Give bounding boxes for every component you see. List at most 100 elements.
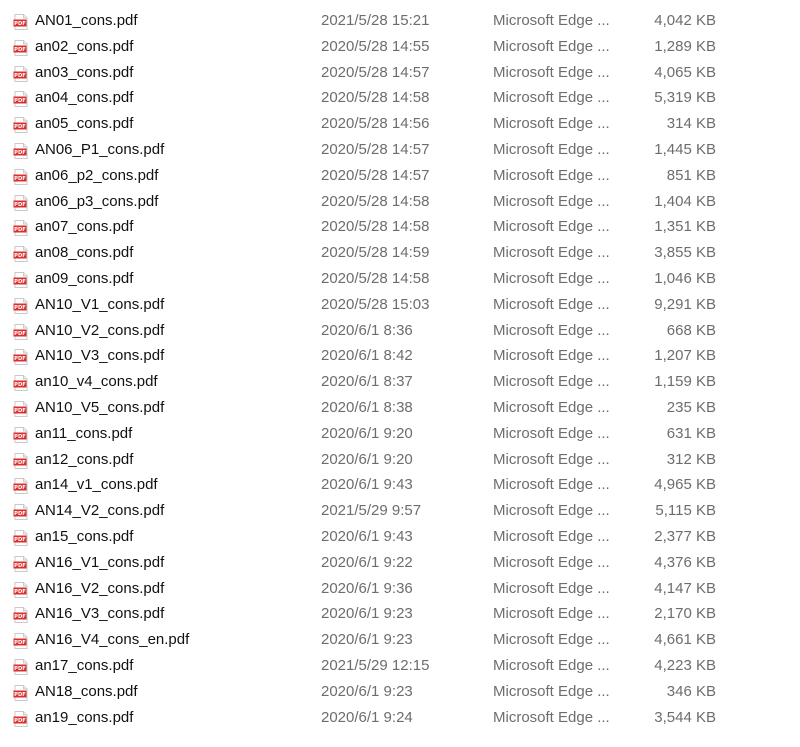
file-name: AN01_cons.pdf — [35, 12, 138, 29]
pdf-icon: PDF — [13, 503, 29, 521]
file-name: an15_cons.pdf — [35, 527, 134, 545]
svg-text:PDF: PDF — [14, 434, 26, 440]
file-size: 314 KB — [666, 115, 716, 133]
file-type: Microsoft Edge ... — [493, 476, 610, 494]
file-type: Microsoft Edge ... — [493, 89, 610, 107]
file-modified-date: 2020/6/1 9:43 — [321, 476, 413, 494]
file-modified-date: 2020/6/1 8:42 — [321, 347, 413, 365]
file-type: Microsoft Edge ... — [493, 527, 610, 545]
file-row[interactable]: PDF an10_v4_cons.pdf 2020/6/1 8:37 Micro… — [0, 369, 800, 395]
pdf-icon: PDF — [13, 400, 29, 417]
file-row[interactable]: PDF an06_p2_cons.pdf 2020/5/28 14:57 Mic… — [0, 163, 800, 189]
pdf-icon: PDF — [13, 452, 29, 469]
pdf-icon: PDF — [13, 116, 29, 134]
file-row[interactable]: PDF an02_cons.pdf 2020/5/28 14:55 Micros… — [0, 34, 800, 60]
file-type: Microsoft Edge ... — [493, 12, 610, 29]
pdf-icon: PDF — [13, 65, 29, 82]
file-modified-date: 2020/5/28 14:57 — [321, 63, 430, 81]
svg-text:PDF: PDF — [14, 21, 26, 27]
file-size: 4,376 KB — [654, 553, 716, 571]
file-size: 1,445 KB — [654, 140, 716, 158]
svg-text:PDF: PDF — [14, 124, 26, 130]
svg-text:PDF: PDF — [14, 227, 26, 233]
file-size: 3,544 KB — [654, 708, 716, 726]
svg-text:PDF: PDF — [14, 485, 26, 491]
file-size: 4,042 KB — [654, 12, 716, 29]
file-row[interactable]: PDF AN06_P1_cons.pdf 2020/5/28 14:57 Mic… — [0, 137, 800, 163]
file-size: 2,170 KB — [654, 605, 716, 623]
file-modified-date: 2020/5/28 14:57 — [321, 140, 430, 158]
pdf-icon: PDF — [13, 219, 29, 237]
file-row[interactable]: PDF an19_cons.pdf 2020/6/1 9:24 Microsof… — [0, 705, 800, 731]
file-row[interactable]: PDF an07_cons.pdf 2020/5/28 14:58 Micros… — [0, 214, 800, 240]
pdf-icon: PDF — [13, 555, 29, 572]
file-size: 4,147 KB — [654, 579, 716, 597]
file-row[interactable]: PDF AN01_cons.pdf 2021/5/28 15:21 Micros… — [0, 8, 800, 34]
file-row[interactable]: PDF an08_cons.pdf 2020/5/28 14:59 Micros… — [0, 240, 800, 266]
file-size: 1,351 KB — [654, 218, 716, 236]
file-name: AN10_V5_cons.pdf — [35, 398, 165, 416]
svg-text:PDF: PDF — [14, 537, 26, 543]
pdf-icon: PDF — [13, 348, 29, 366]
file-type: Microsoft Edge ... — [493, 166, 610, 184]
file-row[interactable]: PDF an05_cons.pdf 2020/5/28 14:56 Micros… — [0, 111, 800, 137]
file-row[interactable]: PDF AN10_V5_cons.pdf 2020/6/1 8:38 Micro… — [0, 395, 800, 421]
file-row[interactable]: PDF an09_cons.pdf 2020/5/28 14:58 Micros… — [0, 266, 800, 292]
pdf-icon: PDF — [13, 529, 29, 546]
file-type: Microsoft Edge ... — [493, 269, 610, 287]
file-row[interactable]: PDF an17_cons.pdf 2021/5/29 12:15 Micros… — [0, 653, 800, 679]
file-type: Microsoft Edge ... — [493, 347, 610, 365]
file-name: an06_p3_cons.pdf — [35, 192, 159, 210]
file-row[interactable]: PDF an14_v1_cons.pdf 2020/6/1 9:43 Micro… — [0, 472, 800, 498]
file-size: 4,065 KB — [654, 63, 716, 81]
file-type: Microsoft Edge ... — [493, 192, 610, 210]
file-modified-date: 2020/6/1 9:22 — [321, 553, 413, 571]
file-type: Microsoft Edge ... — [493, 398, 610, 416]
file-row[interactable]: PDF AN16_V1_cons.pdf 2020/6/1 9:22 Micro… — [0, 550, 800, 576]
file-row[interactable]: PDF AN14_V2_cons.pdf 2021/5/29 9:57 Micr… — [0, 498, 800, 524]
file-row[interactable]: PDF AN16_V2_cons.pdf 2020/6/1 9:36 Micro… — [0, 576, 800, 602]
file-row[interactable]: PDF AN10_V3_cons.pdf 2020/6/1 8:42 Micro… — [0, 343, 800, 369]
file-name: AN10_V1_cons.pdf — [35, 295, 165, 313]
pdf-icon: PDF — [13, 606, 29, 624]
file-modified-date: 2020/5/28 14:58 — [321, 218, 430, 236]
file-size: 5,319 KB — [654, 89, 716, 107]
file-row[interactable]: PDF an11_cons.pdf 2020/6/1 9:20 Microsof… — [0, 421, 800, 447]
svg-text:PDF: PDF — [14, 718, 26, 724]
file-size: 5,115 KB — [655, 502, 716, 520]
file-row[interactable]: PDF an12_cons.pdf 2020/6/1 9:20 Microsof… — [0, 447, 800, 473]
svg-text:PDF: PDF — [14, 176, 26, 182]
file-modified-date: 2020/6/1 9:20 — [321, 424, 413, 442]
file-type: Microsoft Edge ... — [493, 502, 610, 520]
file-row[interactable]: PDF an15_cons.pdf 2020/6/1 9:43 Microsof… — [0, 524, 800, 550]
file-row[interactable]: PDF an03_cons.pdf 2020/5/28 14:57 Micros… — [0, 60, 800, 86]
file-modified-date: 2020/6/1 9:36 — [321, 579, 413, 597]
file-modified-date: 2021/5/29 12:15 — [321, 656, 430, 674]
svg-text:PDF: PDF — [14, 563, 26, 569]
pdf-icon: PDF — [13, 13, 29, 30]
file-row[interactable]: PDF AN18_cons.pdf 2020/6/1 9:23 Microsof… — [0, 679, 800, 705]
svg-text:PDF: PDF — [14, 279, 26, 285]
file-name: an05_cons.pdf — [35, 115, 134, 133]
file-name: AN18_cons.pdf — [35, 682, 138, 700]
file-type: Microsoft Edge ... — [493, 682, 610, 700]
file-row[interactable]: PDF AN16_V3_cons.pdf 2020/6/1 9:23 Micro… — [0, 601, 800, 627]
file-row[interactable]: PDF an04_cons.pdf 2020/5/28 14:58 Micros… — [0, 85, 800, 111]
file-size: 668 KB — [666, 321, 716, 339]
file-name: AN16_V4_cons_en.pdf — [35, 631, 190, 649]
file-size: 4,223 KB — [654, 656, 716, 674]
file-row[interactable]: PDF AN16_V4_cons_en.pdf 2020/6/1 9:23 Mi… — [0, 627, 800, 653]
svg-text:PDF: PDF — [14, 640, 26, 646]
file-modified-date: 2020/5/28 15:03 — [321, 295, 430, 313]
file-modified-date: 2020/6/1 9:43 — [321, 527, 413, 545]
pdf-icon: PDF — [13, 374, 29, 392]
pdf-icon: PDF — [13, 632, 29, 650]
file-size: 1,207 KB — [654, 347, 716, 365]
file-row[interactable]: PDF AN10_V2_cons.pdf 2020/6/1 8:36 Micro… — [0, 318, 800, 344]
file-row[interactable]: PDF AN10_V1_cons.pdf 2020/5/28 15:03 Mic… — [0, 292, 800, 318]
pdf-icon: PDF — [13, 710, 29, 727]
file-size: 3,855 KB — [654, 244, 716, 262]
file-size: 312 KB — [666, 450, 716, 468]
file-size: 1,046 KB — [654, 269, 716, 287]
file-row[interactable]: PDF an06_p3_cons.pdf 2020/5/28 14:58 Mic… — [0, 189, 800, 215]
